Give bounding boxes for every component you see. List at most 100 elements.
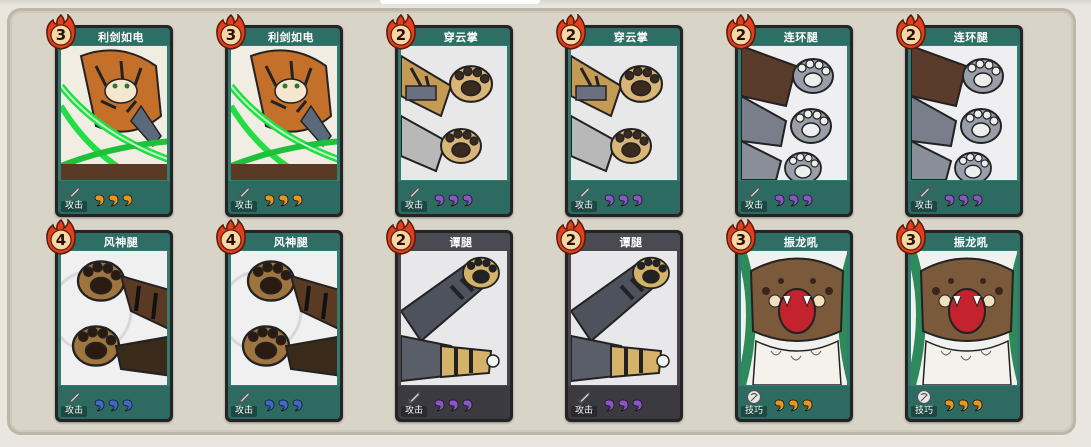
card[interactable]: 连环腿 攻击 2 [896,14,1023,217]
card-type-badge: 技巧 [741,389,767,417]
card-title: 利剑如电 [98,31,144,44]
cost-badge: 4 [45,219,77,255]
card-footer: 攻击 [58,181,170,214]
cost-badge: 3 [45,14,77,50]
card-title: 穿云掌 [613,31,649,44]
energy-pip-icon [292,192,303,207]
card-footer: 攻击 [908,181,1020,214]
energy-pips [604,192,643,207]
card-art [401,46,507,180]
card-footer: 攻击 [398,386,510,419]
energy-pip-icon [604,397,615,412]
sword-icon [236,389,252,405]
card-footer: 技巧 [738,386,850,419]
card-title: 风神腿 [103,236,139,249]
card-frame: 穿云掌 攻击 [398,28,510,214]
card-frame: 连环腿 攻击 [908,28,1020,214]
energy-pips [94,192,133,207]
cost-badge: 2 [725,14,757,50]
card-art [571,251,677,385]
technique-icon [916,389,932,405]
energy-pip-icon [944,397,955,412]
energy-pip-icon [434,397,445,412]
energy-pips [434,192,473,207]
energy-pip-icon [94,397,105,412]
card-type-badge: 攻击 [401,389,427,417]
card-footer: 攻击 [568,386,680,419]
card-type-badge: 攻击 [231,389,257,417]
card-type-label: 攻击 [231,406,257,417]
sword-icon [576,184,592,200]
top-tab [380,0,540,4]
sword-icon [236,184,252,200]
cost-value: 3 [225,26,237,44]
card-frame: 谭腿攻击 [568,233,680,419]
card[interactable]: 振龙吼 技巧 3 [726,219,853,422]
card[interactable]: 利剑如电 攻击 3 [216,14,343,217]
energy-pips [944,397,983,412]
card[interactable]: 连环腿 攻击 2 [726,14,853,217]
energy-pip-icon [462,397,473,412]
energy-pip-icon [802,397,813,412]
card-type-label: 攻击 [911,201,937,212]
card-type-label: 攻击 [741,201,767,212]
card-frame: 风神腿攻击 [58,233,170,419]
energy-pips [94,397,133,412]
energy-pip-icon [972,397,983,412]
card-title: 振龙吼 [783,236,819,249]
card-footer: 攻击 [568,181,680,214]
card-title: 谭腿 [619,236,643,249]
card-type-badge: 攻击 [61,389,87,417]
card-art [401,251,507,385]
sword-icon [576,389,592,405]
card-frame: 利剑如电攻击 [228,28,340,214]
energy-pip-icon [604,192,615,207]
card-frame: 风神腿 攻击 [228,233,340,419]
card-frame: 振龙吼技巧 [738,233,850,419]
energy-pip-icon [632,192,643,207]
energy-pip-icon [122,192,133,207]
card-type-label: 攻击 [61,201,87,212]
energy-pip-icon [944,192,955,207]
card-art [571,46,677,180]
card-title: 振龙吼 [953,236,989,249]
card[interactable]: 穿云掌 攻击 2 [386,14,513,217]
cost-value: 3 [735,231,747,249]
card-type-label: 攻击 [571,201,597,212]
card-type-label: 攻击 [401,201,427,212]
card[interactable]: 风神腿 攻击 4 [216,219,343,422]
card-type-badge: 攻击 [231,184,257,212]
sword-icon [916,184,932,200]
energy-pip-icon [802,192,813,207]
card[interactable]: 穿云掌 攻击 2 [556,14,683,217]
card-type-label: 攻击 [571,406,597,417]
energy-pip-icon [448,397,459,412]
card-footer: 攻击 [58,386,170,419]
card[interactable]: 谭腿 攻击 2 [556,219,683,422]
cost-value: 2 [565,231,577,249]
energy-pips [604,397,643,412]
card-type-badge: 攻击 [571,184,597,212]
sword-icon [66,184,82,200]
card-title: 谭腿 [449,236,473,249]
card-art [741,46,847,180]
cost-value: 2 [395,26,407,44]
card[interactable]: 利剑如电 攻击 3 [46,14,173,217]
card-type-label: 技巧 [911,406,937,417]
card-art [231,251,337,385]
card-art [61,46,167,180]
card[interactable]: 风神腿 攻击 4 [46,219,173,422]
card-type-badge: 技巧 [911,389,937,417]
cost-badge: 2 [895,14,927,50]
sword-icon [66,389,82,405]
card-frame: 振龙吼技巧 [908,233,1020,419]
card-art [741,251,847,385]
energy-pip-icon [108,192,119,207]
cost-badge: 4 [215,219,247,255]
card[interactable]: 振龙吼 技巧 3 [896,219,1023,422]
card-frame: 利剑如电攻击 [58,28,170,214]
card-footer: 技巧 [908,386,1020,419]
energy-pip-icon [618,192,629,207]
card[interactable]: 谭腿 攻击 2 [386,219,513,422]
card-title: 利剑如电 [268,31,314,44]
